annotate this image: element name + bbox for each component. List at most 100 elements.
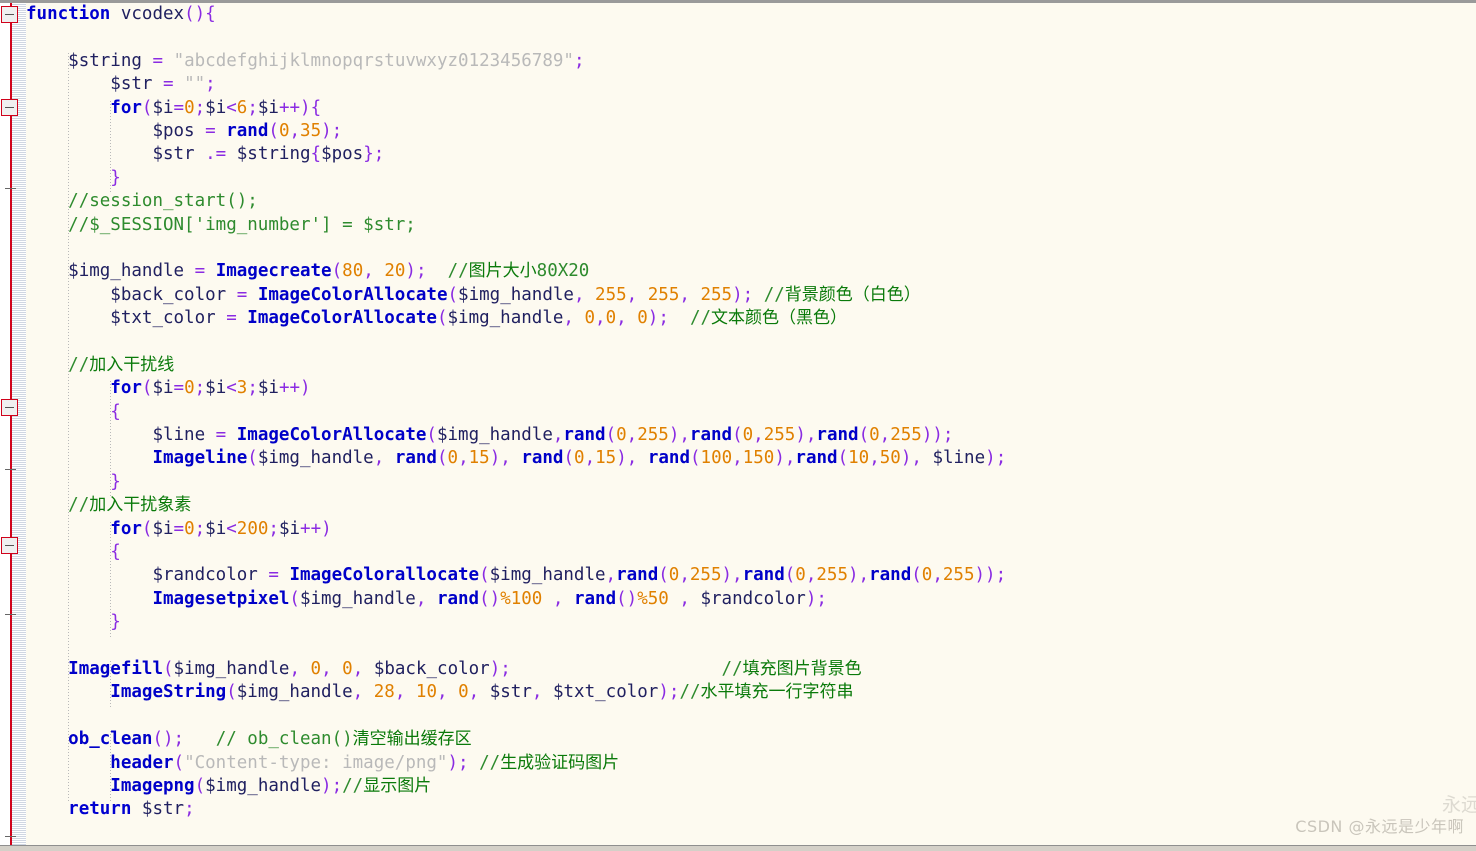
code-line[interactable]: { <box>26 541 1476 564</box>
token-op: ( <box>141 97 153 118</box>
code-line[interactable]: $str .= $string{$pos}; <box>26 143 1476 166</box>
token-op: ) <box>489 448 501 469</box>
code-line[interactable]: { <box>26 401 1476 424</box>
token-op: ( <box>226 682 237 703</box>
token-op: ) <box>321 518 332 539</box>
token-op: = <box>268 565 279 586</box>
token-op: , <box>784 448 796 469</box>
token-var: vcodex <box>120 4 185 24</box>
code-line[interactable]: } <box>26 611 1476 634</box>
token-op: ; <box>331 120 343 141</box>
code-line[interactable]: ob_clean(); // ob_clean()清空输出缓存区 <box>26 728 1476 751</box>
code-line[interactable]: //加入干扰象素 <box>26 494 1476 517</box>
token-op: ( <box>289 588 300 609</box>
token-op: ( <box>858 425 870 446</box>
token-num: 15 <box>468 448 490 469</box>
token-op: ) <box>300 378 311 399</box>
fold-end-tick[interactable] <box>5 614 16 615</box>
code-line[interactable]: } <box>26 167 1476 190</box>
code-line[interactable]: for($i=0;$i<200;$i++) <box>26 518 1476 541</box>
token-op: = <box>194 261 206 282</box>
token-num: 0 <box>278 120 290 141</box>
token-op: ) <box>900 448 912 469</box>
code-line[interactable]: Imageline($img_handle, rand(0,15), rand(… <box>26 447 1476 470</box>
token-kw: for <box>110 378 142 399</box>
code-line[interactable]: $pos = rand(0,35); <box>26 120 1476 143</box>
code-line[interactable]: $line = ImageColorAllocate($img_handle,r… <box>26 424 1476 447</box>
code-editor-window: function vcodex(){ $string = "abcdefghij… <box>0 0 1476 851</box>
token-op: , <box>911 448 922 469</box>
code-line[interactable]: $txt_color = ImageColorAllocate($img_han… <box>26 307 1476 330</box>
code-line[interactable] <box>26 26 1476 49</box>
token-op: ; <box>194 378 206 399</box>
token-op: ; <box>995 565 1007 586</box>
code-line[interactable] <box>26 705 1476 728</box>
token-op: { <box>310 97 322 118</box>
token-kw: for <box>110 97 142 118</box>
token-op: , <box>679 565 690 586</box>
token-str: "" <box>184 74 206 95</box>
fold-box-for-loop-2[interactable] <box>1 399 18 416</box>
token-var: $pos <box>321 144 364 165</box>
code-line[interactable]: $img_handle = Imagecreate(80, 20); //图片大… <box>26 260 1476 283</box>
token-cmt-cjk: 加入干扰线 <box>89 354 175 375</box>
code-line[interactable]: $string = "abcdefghijklmnopqrstuvwxyz012… <box>26 50 1476 73</box>
token-var: $img_handle <box>173 658 290 679</box>
code-line[interactable]: ImageString($img_handle, 28, 10, 0, $str… <box>26 681 1476 704</box>
fold-end-tick[interactable] <box>5 469 16 470</box>
fold-box-for-loop-1[interactable] <box>1 99 18 116</box>
token-fn: Imagepng <box>110 775 195 796</box>
code-line[interactable]: $str = ""; <box>26 73 1476 96</box>
code-line[interactable]: $back_color = ImageColorAllocate($img_ha… <box>26 284 1476 307</box>
token-fn: rand <box>795 448 838 469</box>
code-line[interactable]: Imagesetpixel($img_handle, rand()%100 , … <box>26 588 1476 611</box>
code-line[interactable]: for($i=0;$i<3;$i++) <box>26 377 1476 400</box>
token-var: $i <box>205 518 227 539</box>
fold-end-tick[interactable] <box>5 836 16 837</box>
code-line[interactable]: return $str; <box>26 798 1476 821</box>
code-line[interactable]: header("Content-type: image/png"); //生成验… <box>26 752 1476 775</box>
token-op: ) <box>668 425 680 446</box>
code-line[interactable] <box>26 635 1476 658</box>
token-op: , <box>352 682 364 703</box>
fold-box-function[interactable] <box>1 6 18 23</box>
token-cmt: // <box>679 682 701 703</box>
token-op: , <box>626 284 638 305</box>
token-cmt: // <box>721 658 743 679</box>
code-line[interactable]: Imagepng($img_handle);//显示图片 <box>26 775 1476 798</box>
code-line[interactable]: //session_start(); <box>26 190 1476 213</box>
token-op: < <box>226 378 237 399</box>
token-op: ( <box>436 448 448 469</box>
editor-gutter[interactable] <box>0 3 26 851</box>
code-line[interactable]: //$_SESSION['img_number'] = $str; <box>26 214 1476 237</box>
token-op: , <box>732 448 743 469</box>
code-line[interactable]: $randcolor = ImageColorallocate($img_han… <box>26 564 1476 587</box>
code-line[interactable] <box>26 237 1476 260</box>
code-line[interactable]: } <box>26 471 1476 494</box>
fold-end-tick[interactable] <box>5 188 16 189</box>
fold-box-for-loop-3[interactable] <box>1 537 18 554</box>
code-line[interactable]: for($i=0;$i<6;$i++){ <box>26 97 1476 120</box>
token-var: $i <box>152 518 174 539</box>
code-content-area[interactable]: function vcodex(){ $string = "abcdefghij… <box>26 3 1476 846</box>
token-op: , <box>679 588 690 609</box>
code-line[interactable]: function vcodex(){ <box>26 3 1476 26</box>
token-fn: rand <box>742 565 785 586</box>
code-line[interactable]: //加入干扰线 <box>26 354 1476 377</box>
code-line[interactable] <box>26 330 1476 353</box>
token-fn: rand <box>573 588 617 609</box>
code-line[interactable] <box>26 822 1476 845</box>
token-op: ; <box>205 74 216 95</box>
code-line[interactable]: Imagefill($img_handle, 0, 0, $back_color… <box>26 658 1476 681</box>
token-num: 28 <box>373 682 395 703</box>
